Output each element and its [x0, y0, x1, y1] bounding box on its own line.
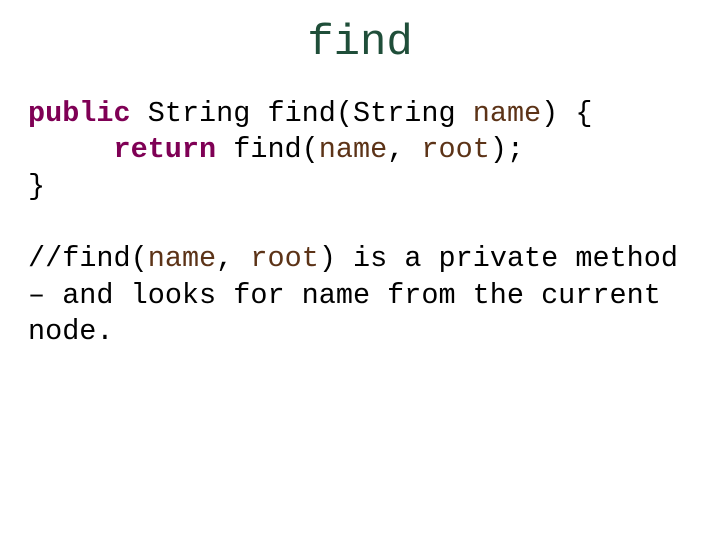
slide: find public String find(String name) { r… — [0, 0, 720, 540]
comment-block: //find(name, root) is a private method –… — [28, 241, 692, 350]
code-block: public String find(String name) { return… — [28, 96, 692, 205]
close-brace: } — [28, 170, 45, 203]
comma: , — [387, 133, 421, 166]
method-name: find — [267, 97, 335, 130]
comment-lparen: ( — [131, 242, 148, 275]
comment-param-root: root — [250, 242, 318, 275]
slide-title: find — [28, 18, 692, 68]
keyword-public: public — [28, 97, 131, 130]
type-string: String — [148, 97, 251, 130]
arg-root: root — [421, 133, 489, 166]
lparen: ( — [336, 97, 353, 130]
type-string: String — [353, 97, 456, 130]
comment-rparen: ) — [319, 242, 336, 275]
call-find: find — [233, 133, 301, 166]
keyword-return: return — [114, 133, 217, 166]
comment-comma: , — [216, 242, 250, 275]
rparen-brace: ) { — [541, 97, 592, 130]
rparen-semi: ); — [490, 133, 524, 166]
comment-slashes: // — [28, 242, 62, 275]
param-name: name — [473, 97, 541, 130]
comment-param-name: name — [148, 242, 216, 275]
comment-fn: find — [62, 242, 130, 275]
lparen: ( — [302, 133, 319, 166]
arg-name: name — [319, 133, 387, 166]
